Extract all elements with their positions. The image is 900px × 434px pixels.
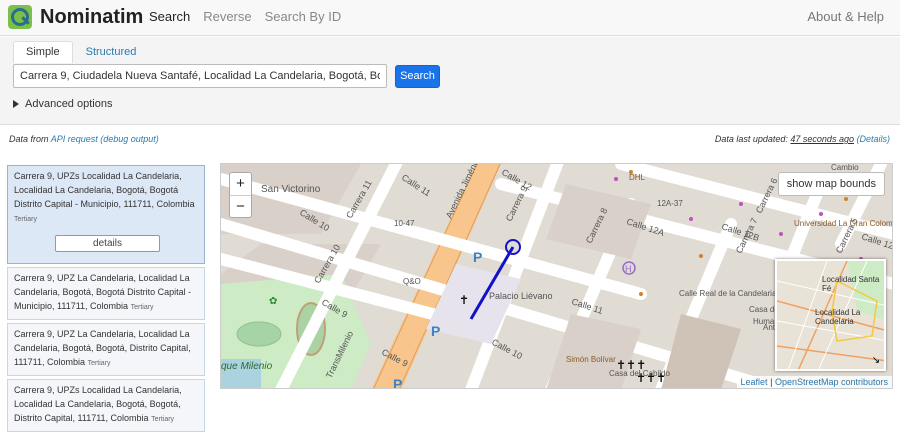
result-address: Carrera 9, UPZ La Candelaria, Localidad … — [14, 273, 192, 311]
nav-reverse[interactable]: Reverse — [203, 9, 251, 24]
map-view[interactable]: P P P ✝ ✝✝✝ ✝✝✝ H ✿ San Victorino Calle … — [220, 163, 893, 389]
label-q-o: Q&O — [403, 277, 421, 286]
svg-text:✿: ✿ — [269, 296, 277, 307]
advanced-options-label: Advanced options — [25, 98, 113, 110]
svg-text:P: P — [393, 376, 402, 389]
label-casa-cabildo: Casa del Cabildo — [609, 369, 670, 378]
data-from-label: Data from — [9, 134, 49, 144]
search-tabs: Simple Structured — [13, 41, 149, 63]
result-address: Carrera 9, UPZs Localidad La Candelaria,… — [14, 171, 195, 209]
result-item-1[interactable]: Carrera 9, UPZs Localidad La Candelaria,… — [7, 165, 205, 264]
osm-contributors-link[interactable]: OpenStreetMap contributors — [775, 377, 888, 387]
main-nav: Search Reverse Search By ID — [149, 9, 341, 24]
minimap-label-santa-fe: Localidad Santa Fé — [822, 275, 880, 293]
leaflet-link[interactable]: Leaflet — [741, 377, 768, 387]
tab-simple[interactable]: Simple — [13, 41, 73, 63]
label-casa-real: Calle Real de la Candelaria — [679, 289, 777, 298]
last-updated-value: 47 seconds ago — [790, 134, 854, 144]
label-universidad: Universidad La Gran Colombia — [794, 219, 893, 228]
last-updated-line: Data last updated: 47 seconds ago (Detai… — [715, 134, 890, 144]
result-item-4[interactable]: Carrera 9, UPZs Localidad La Candelaria,… — [7, 379, 205, 432]
nav-search-by-id[interactable]: Search By ID — [265, 9, 342, 24]
brand-name: Nominatim — [40, 5, 144, 28]
last-updated-label: Data last updated: — [714, 134, 788, 144]
label-san-victorino: San Victorino — [261, 184, 321, 195]
result-item-2[interactable]: Carrera 9, UPZ La Candelaria, Localidad … — [7, 267, 205, 320]
result-type: Tertiary — [151, 416, 175, 423]
brand[interactable]: Nominatim — [8, 5, 143, 29]
tab-structured[interactable]: Structured — [73, 41, 150, 63]
svg-text:✝: ✝ — [459, 293, 469, 307]
api-request-link[interactable]: API request — [51, 134, 98, 144]
result-type: Tertiary — [87, 360, 111, 367]
label-12a-37: 12A-37 — [657, 199, 683, 208]
search-form: Simple Structured Search Advanced option… — [0, 37, 900, 125]
top-navbar: Nominatim Search Reverse Search By ID Ab… — [0, 0, 900, 36]
minimap[interactable]: Localidad Santa Fé Localidad La Candelar… — [775, 259, 886, 371]
result-item-3[interactable]: Carrera 9, UPZ La Candelaria, Localidad … — [7, 323, 205, 376]
minimap-collapse-icon[interactable]: ↘ — [870, 355, 882, 367]
caret-right-icon — [13, 100, 19, 108]
debug-output-link[interactable]: (debug output) — [100, 134, 159, 144]
label-dhl: DHL — [629, 173, 646, 182]
label-cambio: Cambio — [831, 164, 859, 172]
minimap-label-candelaria: Localidad La Candelaria — [815, 308, 861, 326]
details-button[interactable]: details — [55, 235, 160, 252]
label-palacio: Palacio Liévano — [489, 291, 553, 301]
label-10-47: 10-47 — [394, 219, 415, 228]
nominatim-logo-icon — [8, 5, 32, 29]
show-map-bounds-button[interactable]: show map bounds — [777, 172, 885, 196]
result-type: Tertiary — [130, 304, 154, 311]
search-button[interactable]: Search — [395, 65, 440, 88]
search-query-input[interactable] — [13, 64, 387, 88]
zoom-control: + − — [229, 172, 252, 218]
svg-text:P: P — [431, 323, 440, 339]
label-parque: que Milenio — [221, 361, 273, 372]
result-type: Tertiary — [14, 216, 37, 223]
label-simon-bolivar: Simón Bolívar — [566, 355, 616, 364]
advanced-options-toggle[interactable]: Advanced options — [13, 98, 112, 110]
zoom-in-button[interactable]: + — [230, 173, 251, 195]
svg-text:H: H — [625, 264, 632, 274]
nav-search[interactable]: Search — [149, 9, 190, 24]
svg-text:P: P — [473, 249, 482, 265]
zoom-out-button[interactable]: − — [230, 195, 251, 217]
details-link[interactable]: (Details) — [856, 134, 890, 144]
attribution-separator: | — [770, 377, 773, 387]
map-attribution: Leaflet | OpenStreetMap contributors — [736, 376, 892, 388]
about-help-link[interactable]: About & Help — [807, 9, 884, 24]
data-source-line: Data from API request (debug output) — [9, 134, 159, 144]
